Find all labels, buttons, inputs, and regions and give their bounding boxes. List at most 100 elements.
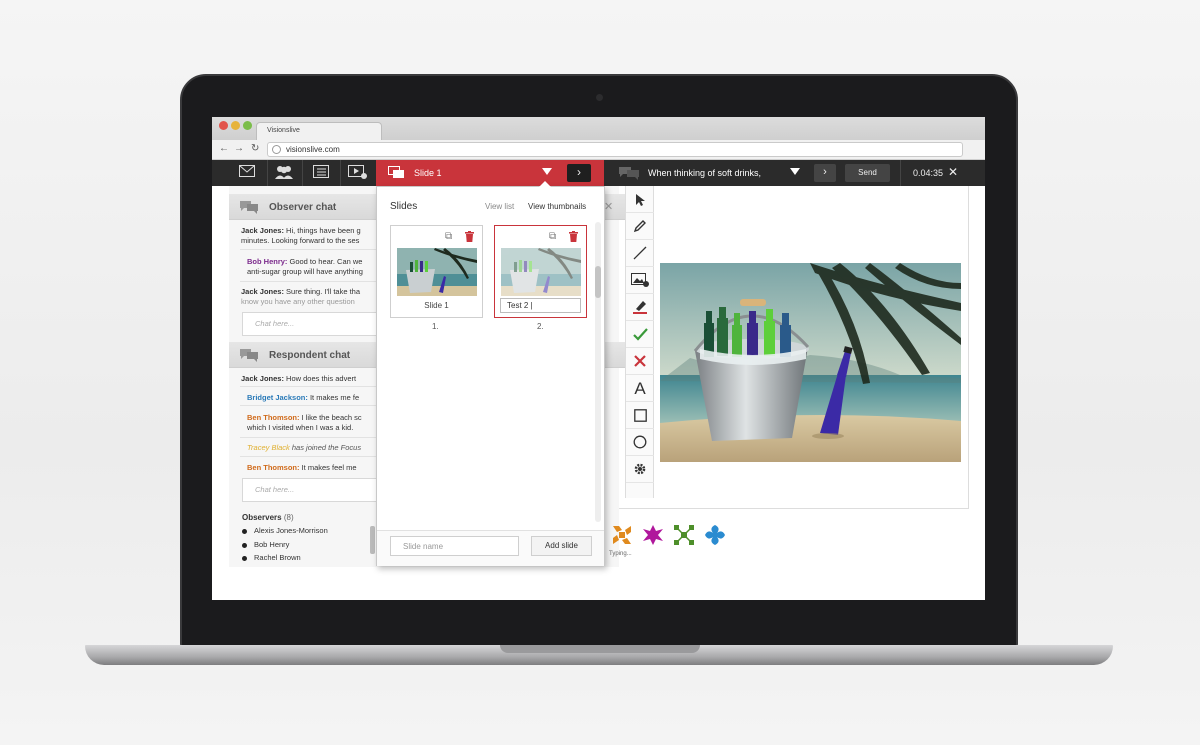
browser-tab-title: Visionslive (267, 127, 300, 134)
image-add-icon[interactable] (626, 267, 654, 294)
list-icon[interactable] (307, 165, 335, 181)
toolbar-divider (267, 160, 268, 186)
chat-message: Ben Thomson: I like the beach sc (247, 413, 362, 422)
slide-thumbnail-selected[interactable]: ⧉ Test 2 | (494, 225, 587, 318)
observer-item[interactable]: Alexis Jones-Morrison (242, 526, 328, 535)
participant-avatar-icon[interactable] (673, 524, 695, 546)
toolbar-divider (340, 160, 341, 186)
divider (240, 386, 376, 387)
status-dot-icon (242, 528, 247, 534)
browser-nav-bar: ← → ↻ visionslive.com (212, 140, 985, 160)
copy-icon[interactable]: ⧉ (549, 231, 556, 242)
people-icon[interactable] (270, 165, 298, 181)
close-icon[interactable]: ✕ (604, 200, 613, 213)
slide-thumbnail[interactable]: ⧉ Slide 1 (390, 225, 483, 318)
observers-title: Observers (8) (242, 513, 294, 522)
slide-number: 1. (432, 322, 439, 331)
line-icon[interactable] (626, 240, 654, 267)
add-slide-button[interactable]: Add slide (531, 536, 592, 556)
chat-bubble-icon (240, 349, 258, 362)
stimulus-image (660, 263, 961, 462)
minimize-window-icon[interactable] (231, 121, 240, 130)
laptop-notch (500, 645, 700, 653)
next-slide-button[interactable]: › (567, 164, 591, 182)
participants-bar (619, 508, 969, 567)
app-toolbar: Slide 1 › When thinking of soft drinks, … (212, 160, 985, 186)
pen-icon[interactable] (626, 213, 654, 240)
slide-thumbnail-label: Slide 1 (424, 301, 449, 310)
observer-chat-title: Observer chat (269, 202, 337, 213)
close-window-icon[interactable] (219, 121, 228, 130)
observers-scrollbar[interactable] (370, 526, 375, 554)
observer-item[interactable]: Rachel Brown (242, 553, 301, 562)
slide-name-input[interactable]: Slide name (390, 536, 519, 556)
status-dot-icon (242, 555, 247, 561)
divider (240, 249, 376, 250)
chevron-down-icon[interactable] (790, 168, 800, 175)
scrollbar-thumb[interactable] (595, 266, 601, 298)
session-timer: 0.04:35 (913, 168, 944, 178)
typing-indicator: Typing... (609, 551, 632, 557)
participant-avatar-icon[interactable] (704, 524, 726, 546)
observer-item[interactable]: Bob Henry (242, 540, 289, 549)
respondent-chat-input[interactable]: Chat here... (242, 478, 378, 502)
circle-icon[interactable] (626, 429, 654, 456)
media-icon[interactable] (344, 165, 372, 181)
toolbar-divider (900, 160, 901, 186)
slide-selector[interactable]: Slide 1 › (376, 160, 604, 186)
slide-number: 2. (537, 322, 544, 331)
chat-message: Jack Jones: How does this advert (241, 374, 357, 383)
participant-avatar-icon[interactable] (611, 524, 633, 546)
arrow-left-icon[interactable]: ← (219, 143, 229, 154)
toolbar-divider (302, 160, 303, 186)
trash-icon[interactable] (465, 231, 474, 242)
slide-rename-input[interactable]: Test 2 | (500, 298, 581, 313)
chat-message: Jack Jones: Hi, things have been g (241, 226, 361, 235)
chat-message-continued: anti-sugar group will have anything (247, 267, 363, 276)
slides-popup-footer: Slide name Add slide (377, 530, 604, 566)
divider (240, 437, 376, 438)
check-icon[interactable] (626, 321, 654, 348)
trash-icon[interactable] (569, 231, 578, 242)
chat-bubble-icon (618, 166, 640, 185)
chat-message: Bridget Jackson: It makes me fe (247, 393, 360, 402)
send-button[interactable]: Send (845, 164, 890, 182)
slides-popup: Slides View list View thumbnails ⧉ Slide… (376, 181, 605, 566)
slide-thumbnail-image (397, 248, 477, 296)
drawing-tools: A (625, 186, 654, 498)
chat-message: Ben Thomson: It makes feel me (247, 463, 357, 472)
settings-icon[interactable] (626, 456, 654, 483)
highlighter-icon[interactable] (626, 294, 654, 321)
next-question-button[interactable]: › (814, 164, 836, 182)
url-text: visionslive.com (286, 145, 340, 154)
divider (240, 456, 376, 457)
globe-icon (272, 145, 281, 154)
observer-chat-input[interactable]: Chat here... (242, 312, 378, 336)
text-icon[interactable]: A (626, 375, 654, 402)
question-text: When thinking of soft drinks, (648, 168, 762, 178)
chat-message-continued: minutes. Looking forward to the ses (241, 236, 360, 245)
cross-icon[interactable] (626, 348, 654, 375)
mail-icon[interactable] (233, 165, 261, 181)
arrow-right-icon[interactable]: → (234, 143, 244, 154)
respondent-chat-title: Respondent chat (269, 350, 351, 361)
chevron-down-icon[interactable] (542, 168, 552, 175)
view-thumbnails-link[interactable]: View thumbnails (528, 202, 586, 211)
refresh-icon[interactable]: ↻ (251, 143, 259, 154)
browser-tab[interactable]: Visionslive (256, 122, 382, 140)
chat-message-continued: know you have any other question (241, 297, 355, 306)
browser-title-bar: Visionslive (212, 117, 985, 140)
maximize-window-icon[interactable] (243, 121, 252, 130)
chat-message: Bob Henry: Good to hear. Can we (247, 257, 363, 266)
copy-icon[interactable]: ⧉ (445, 231, 452, 242)
rectangle-icon[interactable] (626, 402, 654, 429)
status-dot-icon (242, 542, 247, 548)
view-list-link[interactable]: View list (485, 202, 514, 211)
participant-avatar-icon[interactable] (642, 524, 664, 546)
url-field[interactable]: visionslive.com (267, 142, 963, 157)
divider (240, 405, 376, 406)
chat-bubble-icon (240, 201, 258, 214)
cursor-icon[interactable] (626, 186, 654, 213)
slides-scrollbar[interactable] (595, 222, 601, 522)
close-icon[interactable]: ✕ (948, 165, 958, 179)
